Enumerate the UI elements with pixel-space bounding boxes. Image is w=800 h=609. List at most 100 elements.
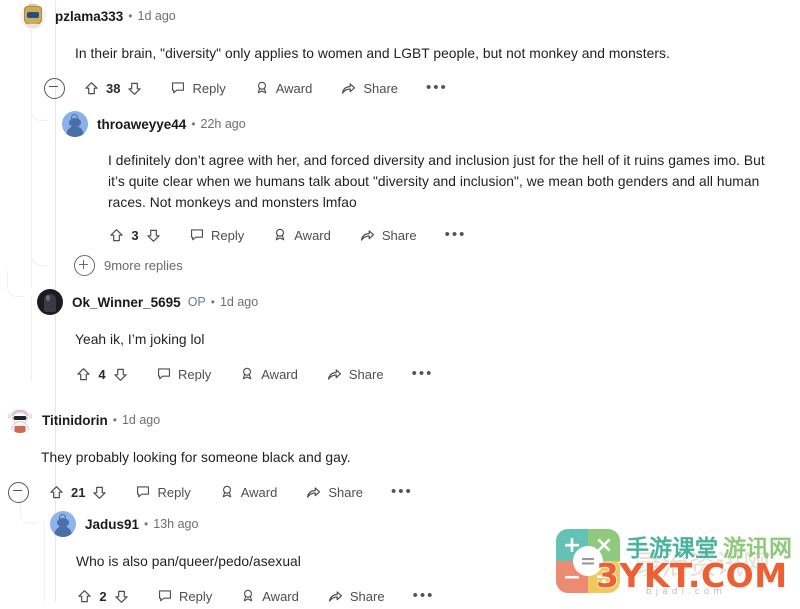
comment-author[interactable]: Jadus91 [85, 517, 139, 532]
award-ribbon-icon [239, 366, 255, 382]
comment-timestamp: 13h ago [153, 517, 199, 531]
comment-header: pzlama333 • 1d ago [20, 2, 780, 30]
expand-plus-icon [74, 255, 95, 276]
award-label: Award [261, 366, 298, 382]
meta-separator: • [191, 117, 196, 131]
share-label: Share [348, 366, 384, 382]
vote-score: 4 [98, 366, 106, 382]
comment-header: Ok_Winner_5695 OP • 1d ago [37, 288, 777, 316]
reply-label: Reply [157, 484, 191, 500]
overflow-menu-button[interactable]: ••• [426, 80, 448, 95]
vote-score: 21 [71, 484, 86, 500]
share-label: Share [381, 227, 417, 243]
overflow-menu-button[interactable]: ••• [391, 484, 413, 499]
award-button[interactable]: Award [219, 484, 277, 500]
award-button[interactable]: Award [272, 227, 331, 243]
share-arrow-icon [326, 366, 343, 383]
speech-bubble-icon [189, 227, 205, 243]
comment-pzlama333: pzlama333 • 1d ago In their brain, "dive… [20, 2, 780, 101]
comment-author[interactable]: throaweyye44 [97, 117, 186, 132]
avatar[interactable] [50, 511, 76, 537]
comment-timestamp: 1d ago [121, 413, 161, 427]
comment-ok-winner-5695: Ok_Winner_5695 OP • 1d ago Yeah ik, I’m … [37, 288, 777, 387]
vote-score: 3 [131, 227, 139, 243]
share-button[interactable]: Share [326, 366, 384, 383]
share-button[interactable]: Share [359, 227, 417, 244]
reply-button[interactable]: Reply [156, 366, 211, 382]
reply-label: Reply [192, 80, 226, 96]
reply-button[interactable]: Reply [170, 80, 226, 96]
thread-connector-more-replies [31, 243, 48, 266]
award-label: Award [262, 588, 299, 604]
avatar[interactable] [37, 289, 63, 315]
thread-rail-op [31, 296, 32, 381]
thread-connector-op [7, 270, 24, 297]
vote-score: 2 [99, 588, 107, 604]
avatar[interactable] [62, 111, 88, 137]
vote-group: 3 [108, 227, 162, 244]
comment-timestamp: 22h ago [200, 117, 246, 131]
downvote-icon[interactable] [126, 80, 143, 97]
upvote-icon[interactable] [48, 484, 65, 501]
thread-rail-jadus [44, 523, 45, 602]
more-replies-label: 9more replies [104, 258, 183, 273]
reply-button[interactable]: Reply [189, 227, 244, 243]
share-button[interactable]: Share [305, 484, 363, 501]
comment-author[interactable]: Titinidorin [42, 413, 108, 428]
speech-bubble-icon [170, 80, 186, 96]
share-button[interactable]: Share [340, 80, 398, 97]
comment-action-bar: 4 Reply Award Share ••• [75, 361, 777, 387]
vote-score: 38 [106, 80, 121, 96]
comment-action-bar: 3 Reply Award Share ••• [108, 222, 782, 248]
vote-group: 4 [75, 366, 129, 383]
speech-bubble-icon [135, 484, 151, 500]
watermark: + × − ÷ = 录治资讯网 手游课堂 游讯网 3YKT.COM bjadi.c… [550, 525, 800, 602]
watermark-subdomain: bjadi.com [646, 587, 727, 597]
reply-label: Reply [178, 366, 212, 382]
upvote-icon[interactable] [108, 227, 125, 244]
collapse-thread-button[interactable] [44, 77, 65, 99]
vote-group: 38 [83, 80, 143, 97]
comment-action-bar: 38 Reply Award Share ••• [44, 75, 780, 101]
award-button[interactable]: Award [239, 366, 298, 382]
vote-group: 21 [48, 484, 108, 501]
downvote-icon[interactable] [112, 366, 129, 383]
comment-titinidorin: Titinidorin • 1d ago They probably looki… [7, 406, 777, 505]
share-arrow-icon [359, 227, 376, 244]
meta-separator: • [112, 413, 117, 427]
comment-author[interactable]: pzlama333 [55, 9, 123, 24]
reply-label: Reply [211, 227, 245, 243]
award-ribbon-icon [272, 227, 288, 243]
avatar[interactable] [20, 3, 46, 29]
speech-bubble-icon [156, 366, 172, 382]
share-label: Share [328, 484, 364, 500]
overflow-menu-button[interactable]: ••• [445, 227, 467, 242]
comment-throaweyye44: throaweyye44 • 22h ago I definitely don’… [62, 110, 782, 248]
collapse-thread-button[interactable] [8, 481, 29, 503]
downvote-icon[interactable] [91, 484, 108, 501]
meta-separator: • [210, 295, 215, 309]
comment-action-bar: 21 Reply Award Share ••• [8, 479, 777, 505]
upvote-icon[interactable] [75, 366, 92, 383]
overflow-menu-button[interactable]: ••• [413, 588, 435, 603]
overflow-menu-button[interactable]: ••• [412, 366, 434, 381]
award-ribbon-icon [254, 80, 270, 96]
comment-author[interactable]: Ok_Winner_5695 [72, 295, 181, 310]
comment-body: They probably looking for someone black … [41, 450, 351, 465]
share-arrow-icon [305, 484, 322, 501]
reply-label: Reply [179, 588, 213, 604]
award-label: Award [294, 227, 331, 243]
comment-header: Titinidorin • 1d ago [7, 406, 777, 434]
comment-body: I definitely don’t agree with her, and f… [108, 153, 765, 210]
meta-separator: • [128, 9, 133, 23]
meta-separator: • [144, 517, 149, 531]
upvote-icon[interactable] [83, 80, 100, 97]
award-ribbon-icon [219, 484, 235, 500]
comment-timestamp: 1d ago [219, 295, 259, 309]
award-button[interactable]: Award [254, 80, 312, 96]
downvote-icon[interactable] [145, 227, 162, 244]
reply-button[interactable]: Reply [135, 484, 191, 500]
avatar[interactable] [7, 407, 33, 433]
more-replies-button[interactable]: 9more replies [74, 255, 183, 276]
share-label: Share [363, 80, 399, 96]
